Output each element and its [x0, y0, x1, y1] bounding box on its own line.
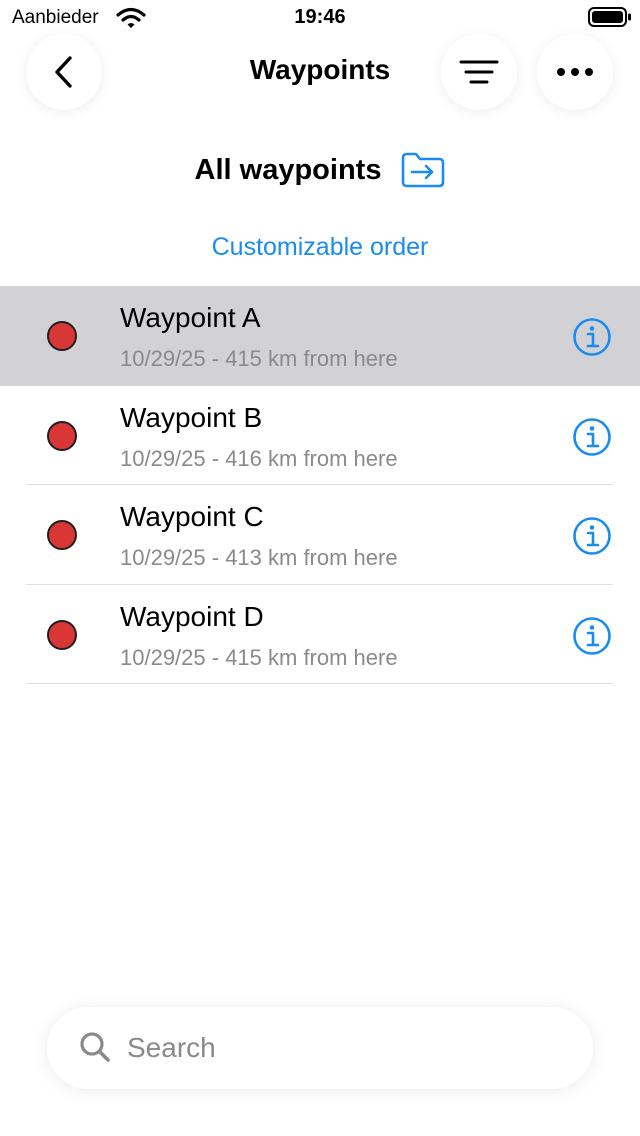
info-icon[interactable] [572, 516, 612, 556]
waypoint-name: Waypoint D [120, 600, 264, 632]
battery-icon [588, 7, 631, 27]
search-icon [80, 1032, 110, 1062]
search-input[interactable] [127, 1027, 547, 1069]
waypoint-marker-icon [47, 420, 77, 451]
waypoint-marker-icon [47, 520, 77, 550]
section-title: All waypoints [194, 153, 382, 186]
waypoint-detail: 10/29/25 - 413 km from here [120, 545, 398, 570]
waypoint-name: Waypoint C [120, 501, 264, 532]
search-bar[interactable] [47, 1007, 593, 1089]
waypoint-name: Waypoint A [120, 302, 261, 333]
waypoint-detail: 10/29/25 - 415 km from here [120, 346, 398, 371]
move-folder-button[interactable] [401, 151, 445, 189]
status-time: 19:46 [294, 6, 346, 28]
info-icon[interactable] [572, 417, 612, 457]
waypoint-row[interactable]: Waypoint A 10/29/25 - 415 km from here [0, 286, 640, 386]
waypoint-name: Waypoint B [120, 401, 263, 433]
waypoint-row[interactable]: Waypoint D 10/29/25 - 415 km from here [0, 585, 640, 684]
row-divider [26, 683, 613, 684]
sort-filter-button[interactable] [441, 34, 517, 110]
waypoint-row[interactable]: Waypoint B 10/29/25 - 416 km from here [0, 386, 640, 485]
waypoint-detail: 10/29/25 - 416 km from here [120, 445, 398, 471]
more-options-button[interactable] [537, 34, 613, 110]
customizable-order-link[interactable]: Customizable order [0, 233, 640, 262]
waypoint-list: Waypoint A 10/29/25 - 415 km from here Way… [0, 286, 640, 684]
section-header: All waypoints [0, 150, 640, 190]
status-bar: Aanbieder 19:46 [0, 0, 640, 36]
more-dots-icon [557, 68, 593, 76]
waypoint-marker-icon [47, 619, 77, 650]
waypoint-detail: 10/29/25 - 415 km from here [120, 644, 398, 670]
waypoint-row[interactable]: Waypoint C 10/29/25 - 413 km from here [0, 485, 640, 585]
info-icon[interactable] [572, 616, 612, 656]
folder-move-icon [402, 152, 445, 188]
info-icon[interactable] [572, 317, 612, 357]
filter-lines-icon [459, 60, 499, 84]
waypoint-marker-icon [47, 321, 77, 351]
